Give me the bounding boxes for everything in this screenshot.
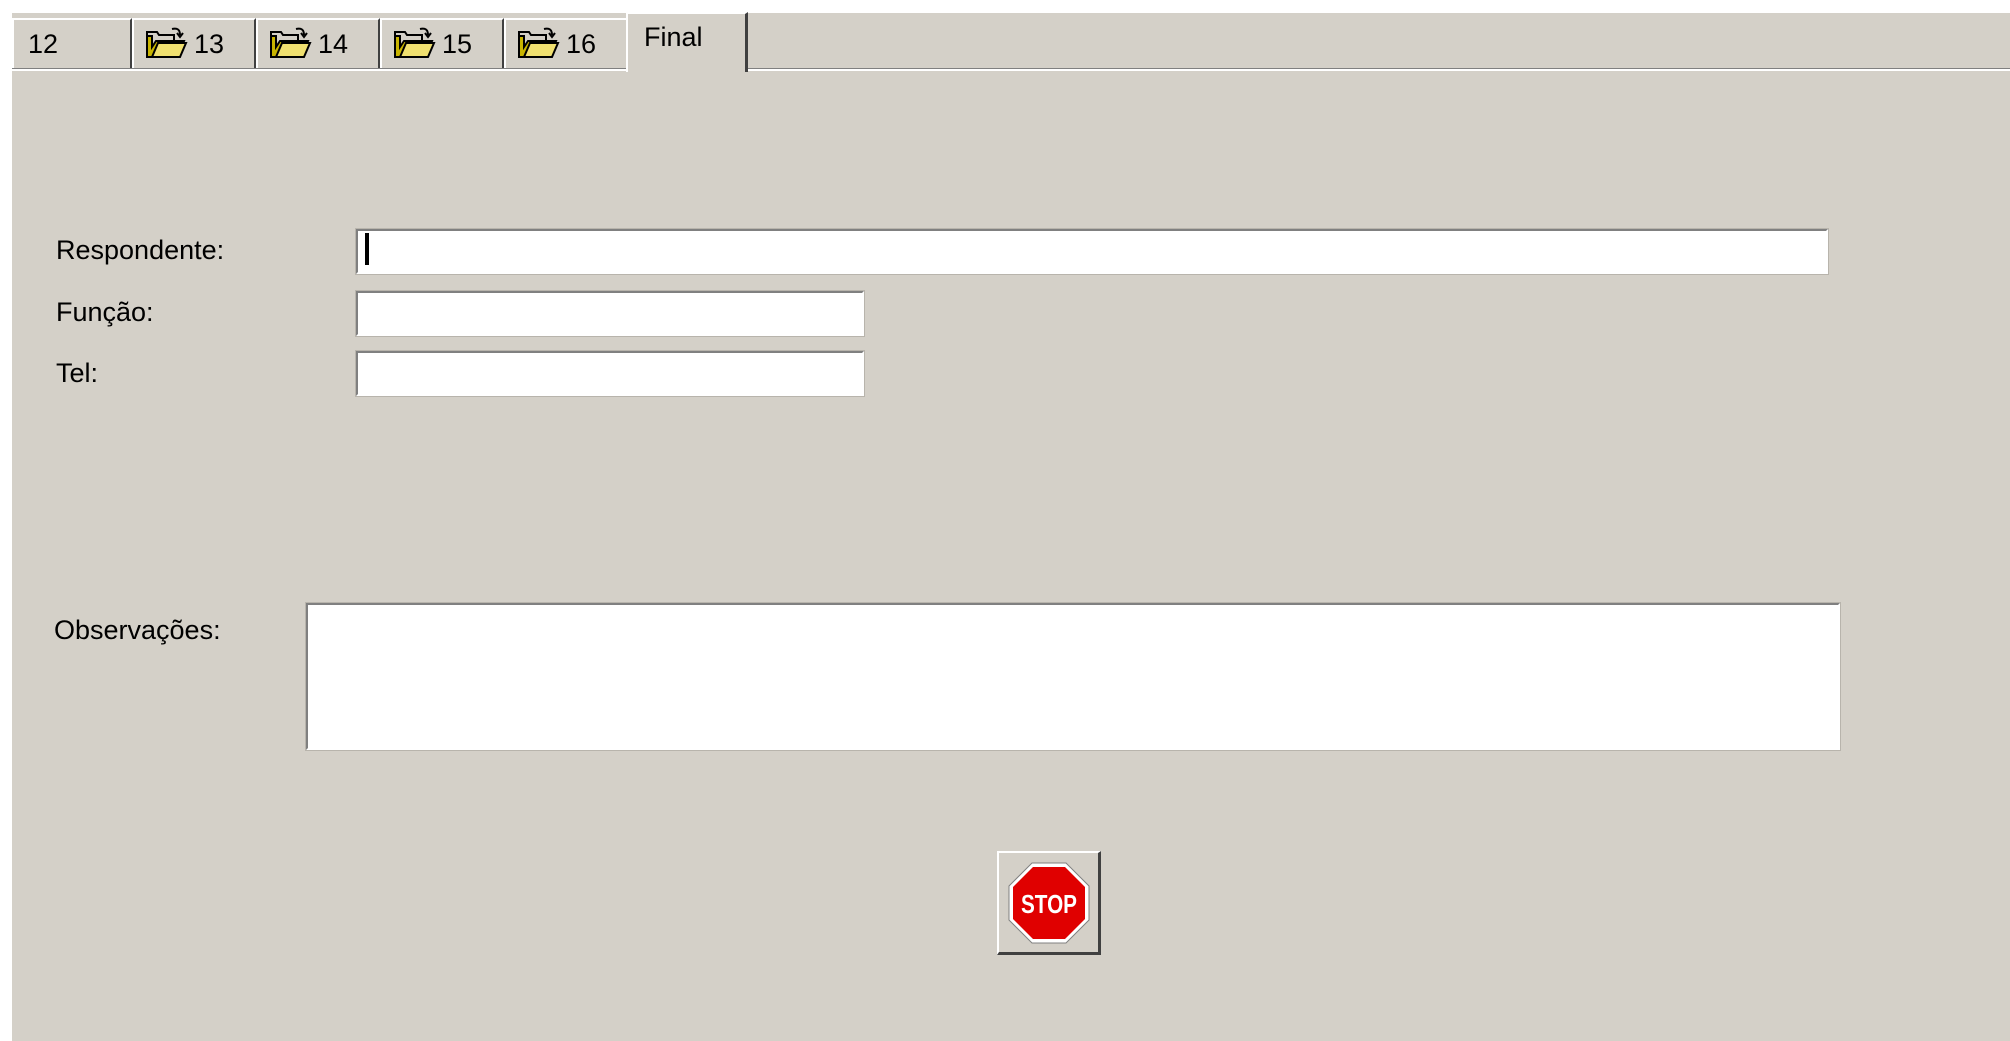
folder-open-icon [518,27,560,58]
tab-13[interactable]: 13 [132,18,256,68]
tab-label: 16 [566,28,597,59]
folder-open-icon [270,27,312,58]
tab-label: 15 [442,28,473,59]
observacoes-textarea[interactable] [305,602,1841,751]
funcao-label: Função: [56,297,154,327]
folder-open-icon [394,27,436,58]
tab-final[interactable]: Final [626,12,748,72]
tel-label: Tel: [56,358,99,388]
tab-label: 12 [28,28,59,59]
tab-label: 14 [318,28,349,59]
tab-label: 13 [194,28,225,59]
tel-input[interactable] [355,350,865,397]
tab-14[interactable]: 14 [256,18,380,68]
text-caret [365,233,369,265]
respondente-label: Respondente: [56,235,225,265]
tab-12[interactable]: 12 [12,18,132,68]
tab-strip-border [12,68,2010,71]
respondente-input[interactable] [355,228,1829,275]
tab-15[interactable]: 15 [380,18,504,68]
funcao-input[interactable] [355,290,865,337]
tab-16[interactable]: 16 [504,18,628,68]
stop-sign-icon: STOP [1008,862,1089,943]
stop-text: STOP [1021,889,1077,919]
folder-open-icon [146,27,188,58]
observacoes-label: Observações: [54,615,221,645]
stop-button[interactable]: STOP [997,851,1101,955]
tab-label: Final [644,21,703,52]
